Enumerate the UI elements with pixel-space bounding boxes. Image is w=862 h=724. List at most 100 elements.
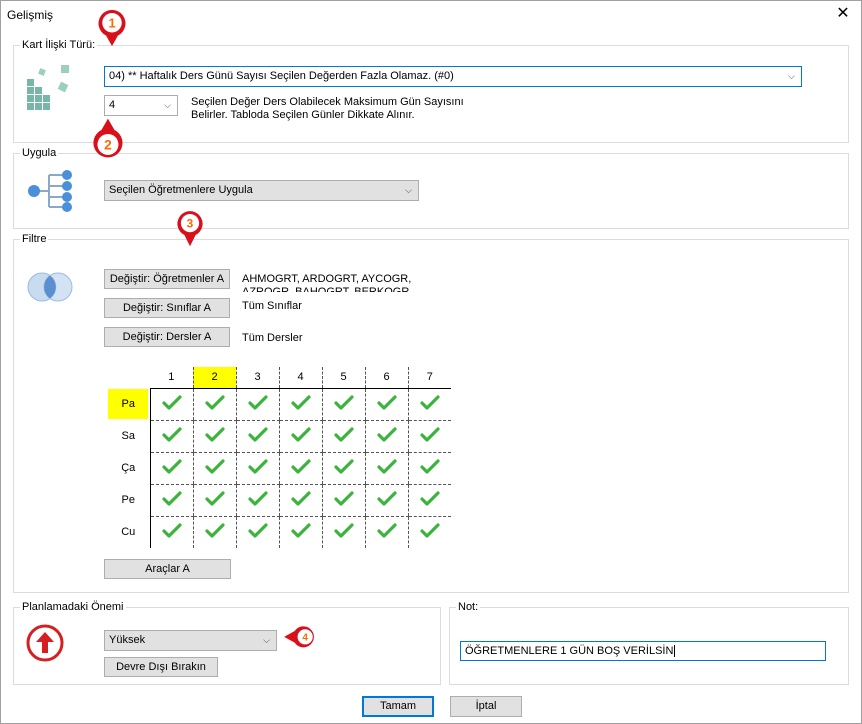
col-header[interactable]: 2 xyxy=(192,367,236,389)
grid-cell[interactable] xyxy=(150,516,193,548)
grid-cell[interactable] xyxy=(192,388,236,421)
importance-value: Yüksek xyxy=(109,634,146,646)
grid-cell[interactable] xyxy=(192,420,236,453)
kart-type-value: 04) ** Haftalık Ders Günü Sayısı Seçilen… xyxy=(109,70,454,82)
grid-cell[interactable] xyxy=(278,484,322,517)
teachers-list-line1: AHMOGRT, ARDOGRT, AYCOGR, xyxy=(242,273,412,285)
max-days-value: 4 xyxy=(109,99,116,111)
grid-cell[interactable] xyxy=(278,420,322,453)
apply-select[interactable]: Seçilen Öğretmenlere Uygula ⌵ xyxy=(104,180,419,201)
chevron-down-icon: ⌵ xyxy=(164,100,171,110)
col-header[interactable]: 1 xyxy=(150,367,193,389)
kart-legend: Kart İlişki Türü: xyxy=(20,39,98,52)
grid-cell[interactable] xyxy=(364,516,408,548)
check-icon xyxy=(333,490,354,506)
check-icon xyxy=(204,394,225,410)
grid-cell[interactable] xyxy=(407,516,451,548)
grid-cell[interactable] xyxy=(321,388,365,421)
row-header[interactable]: Sa xyxy=(107,420,151,452)
grid-cell[interactable] xyxy=(364,388,408,421)
check-icon xyxy=(161,394,182,410)
grid-cell[interactable] xyxy=(321,452,365,485)
grid-cell[interactable] xyxy=(407,452,451,485)
change-classes-button[interactable]: Değiştir: Sınıflar A xyxy=(104,298,230,318)
grid-cell[interactable] xyxy=(278,516,322,548)
venn-icon xyxy=(27,272,73,302)
col-header[interactable]: 4 xyxy=(278,367,322,389)
grid-cell[interactable] xyxy=(321,516,365,548)
grid-cell[interactable] xyxy=(407,420,451,453)
check-icon xyxy=(376,394,397,410)
check-icon xyxy=(290,458,311,474)
grid-cell[interactable] xyxy=(192,484,236,517)
check-icon xyxy=(333,523,354,538)
grid-cell[interactable] xyxy=(278,388,322,421)
col-header[interactable]: 6 xyxy=(364,367,408,389)
kart-type-select[interactable]: 04) ** Haftalık Ders Günü Sayısı Seçilen… xyxy=(104,66,802,87)
grid-cell[interactable] xyxy=(321,420,365,453)
tree-icon xyxy=(28,170,72,212)
grid-cell[interactable] xyxy=(407,388,451,421)
grid-cell[interactable] xyxy=(192,452,236,485)
cards-icon xyxy=(27,65,69,110)
classes-text: Tüm Sınıflar xyxy=(242,300,302,312)
cancel-button[interactable]: İptal xyxy=(450,696,522,717)
check-icon xyxy=(161,426,182,442)
check-icon xyxy=(161,523,182,538)
grid-cell[interactable] xyxy=(150,388,193,421)
importance-select[interactable]: Yüksek ⌵ xyxy=(104,630,277,651)
grid-row: Pa xyxy=(107,388,451,421)
check-icon xyxy=(204,523,225,538)
col-header[interactable]: 3 xyxy=(235,367,279,389)
col-header[interactable]: 5 xyxy=(321,367,365,389)
check-icon xyxy=(290,490,311,506)
row-header[interactable]: Pe xyxy=(107,484,151,516)
grid-cell[interactable] xyxy=(235,388,279,421)
grid-cell[interactable] xyxy=(150,420,193,453)
ok-button[interactable]: Tamam xyxy=(362,696,434,717)
close-icon[interactable]: ✕ xyxy=(831,3,855,25)
check-icon xyxy=(333,394,354,410)
grid-cell[interactable] xyxy=(235,420,279,453)
max-days-select[interactable]: 4 ⌵ xyxy=(104,95,178,116)
teachers-list-line2: AZROGR, BAHOGRT, BERKOGR, xyxy=(242,286,413,292)
col-header[interactable]: 7 xyxy=(407,367,451,389)
kart-description-2: Belirler. Tabloda Seçilen Günler Dikkate… xyxy=(191,109,415,121)
row-header[interactable]: Ça xyxy=(107,452,151,484)
disable-button[interactable]: Devre Dışı Bırakın xyxy=(104,657,218,677)
grid-cell[interactable] xyxy=(235,516,279,548)
uygula-legend: Uygula xyxy=(20,147,59,160)
grid-cell[interactable] xyxy=(407,484,451,517)
check-icon xyxy=(247,426,268,442)
tools-button[interactable]: Araçlar A xyxy=(104,559,231,579)
check-icon xyxy=(204,458,225,474)
change-teachers-button[interactable]: Değiştir: Öğretmenler A xyxy=(104,269,230,289)
change-lessons-button[interactable]: Değiştir: Dersler A xyxy=(104,327,230,347)
text-caret xyxy=(674,645,676,658)
grid-corner xyxy=(107,367,150,388)
row-header-label: Pa xyxy=(108,389,149,419)
row-header[interactable]: Pa xyxy=(107,388,151,420)
grid-cell[interactable] xyxy=(364,420,408,453)
grid-cell[interactable] xyxy=(321,484,365,517)
check-icon xyxy=(420,426,440,442)
grid-cell[interactable] xyxy=(364,484,408,517)
note-value: ÖĞRETMENLERE 1 GÜN BOŞ VERİLSİN xyxy=(465,645,674,657)
note-input[interactable]: ÖĞRETMENLERE 1 GÜN BOŞ VERİLSİN xyxy=(460,641,826,661)
grid-cell[interactable] xyxy=(150,484,193,517)
window-title: Gelişmiş xyxy=(7,8,54,22)
grid-cell[interactable] xyxy=(235,484,279,517)
grid-cell[interactable] xyxy=(192,516,236,548)
grid-row: Ça xyxy=(107,452,451,485)
check-icon xyxy=(247,394,268,410)
note-legend: Not: xyxy=(456,601,481,614)
grid-cell[interactable] xyxy=(364,452,408,485)
day-hour-grid: 1 2 3 4 5 6 7 Pa Sa Ça Pe Cu xyxy=(107,367,451,548)
grid-cell[interactable] xyxy=(150,452,193,485)
grid-cell[interactable] xyxy=(235,452,279,485)
check-icon xyxy=(420,490,440,506)
grid-cell[interactable] xyxy=(278,452,322,485)
row-header[interactable]: Cu xyxy=(107,516,151,548)
grid-row: Sa xyxy=(107,420,451,453)
grid-table: 1 2 3 4 5 6 7 Pa Sa Ça Pe Cu xyxy=(107,367,451,548)
